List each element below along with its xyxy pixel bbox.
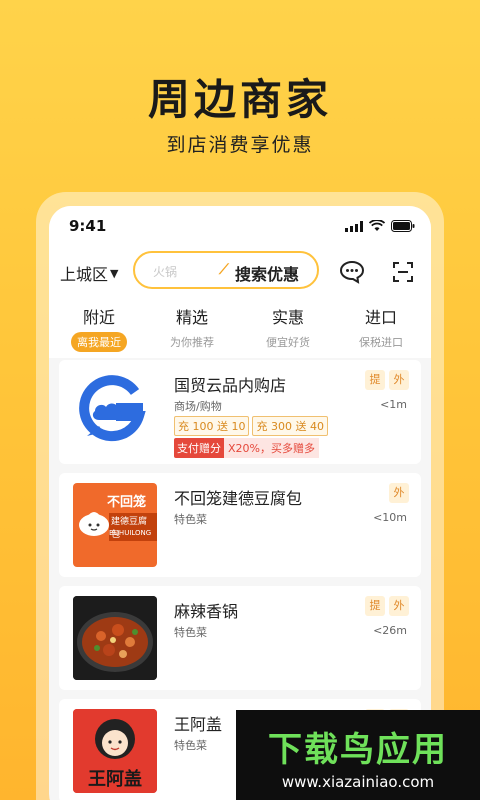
search-placeholder: 火锅 <box>153 265 178 279</box>
tab-featured[interactable]: 精选 为你推荐 <box>154 304 230 350</box>
store-category: 特色菜 <box>174 739 207 752</box>
watermark-banner: 下载鸟应用 www.xiazainiao.com <box>236 710 480 800</box>
logo-text: 王阿盖 <box>88 769 142 790</box>
tab-sub-active: 离我最近 <box>71 332 127 352</box>
tab-import[interactable]: 进口 保税进口 <box>343 304 419 350</box>
coupon-badge: 充 100 送 10 <box>174 416 250 436</box>
wifi-icon <box>369 220 385 232</box>
coupon-badge: 充 300 送 40 <box>252 416 328 436</box>
store-photo <box>73 596 157 680</box>
store-card[interactable]: 不回笼 建德豆腐包 BUHUILONG 不回笼建德豆腐包 外 特色菜 <10m <box>59 473 421 577</box>
delivery-tag: 外 <box>389 483 409 503</box>
coupon-list: 充 100 送 10 充 300 送 40 <box>174 416 328 436</box>
tab-label: 附近 <box>82 308 115 327</box>
store-category: 特色菜 <box>174 513 207 526</box>
pickup-tag: 提 <box>365 596 385 616</box>
store-tags: 提 外 <box>365 370 409 390</box>
location-label: 上城区 <box>60 265 109 284</box>
store-logo: 王阿盖 <box>73 709 157 793</box>
store-name: 王阿盖 <box>174 715 223 734</box>
tab-nearby[interactable]: 附近 离我最近 <box>61 304 137 352</box>
hero-title: 周边商家 <box>147 75 332 124</box>
store-category: 商场/购物 <box>174 400 222 413</box>
scan-icon[interactable] <box>391 260 415 288</box>
hero-subtitle: 到店消费享优惠 <box>166 134 314 156</box>
tab-value[interactable]: 实惠 便宜好货 <box>250 304 326 350</box>
tab-sub: 保税进口 <box>359 336 403 349</box>
tab-sub: 便宜好货 <box>266 336 310 349</box>
promo-value: X20%，买多赠多 <box>224 438 319 458</box>
dropdown-arrow-icon: ▼ <box>110 266 119 280</box>
store-logo: 不回笼 建德豆腐包 BUHUILONG <box>73 483 157 567</box>
store-name: 国贸云品内购店 <box>174 376 287 395</box>
pickup-tag: 提 <box>365 370 385 390</box>
store-name: 不回笼建德豆腐包 <box>174 489 303 508</box>
store-distance: <26m <box>373 624 407 637</box>
store-category: 特色菜 <box>174 626 207 639</box>
location-selector[interactable]: 上城区 ▼ <box>60 261 118 285</box>
store-card[interactable]: 麻辣香锅 提 外 特色菜 <26m <box>59 586 421 690</box>
signal-icon <box>345 220 363 232</box>
logo-en-text: BUHUILONG <box>109 529 152 537</box>
tab-label: 进口 <box>364 308 397 327</box>
message-icon[interactable] <box>339 260 365 288</box>
status-bar: 9:41 <box>49 206 431 246</box>
promo-key: 支付赠分 <box>174 438 224 458</box>
top-bar: 上城区 ▼ 火锅 ⟋ 搜索优惠 <box>49 246 431 298</box>
delivery-tag: 外 <box>389 596 409 616</box>
store-card[interactable]: 国贸云品内购店 提 外 商场/购物 <1m 充 100 送 10 充 300 送… <box>59 360 421 464</box>
category-tabs: 附近 离我最近 精选 为你推荐 实惠 便宜好货 进口 保税进口 <box>49 298 431 358</box>
watermark-url: www.xiazainiao.com <box>281 773 435 791</box>
store-tags: 提 外 <box>365 596 409 616</box>
slash-icon: ⟋ <box>219 262 229 278</box>
promo-badge: 支付赠分 X20%，买多赠多 <box>174 438 319 458</box>
store-tags: 外 <box>389 483 409 503</box>
delivery-tag: 外 <box>389 370 409 390</box>
tab-label: 实惠 <box>271 308 304 327</box>
status-time: 9:41 <box>69 217 107 235</box>
battery-icon <box>391 220 415 232</box>
search-box[interactable]: 火锅 ⟋ 搜索优惠 <box>133 251 319 289</box>
store-name: 麻辣香锅 <box>174 602 239 621</box>
logo-text: 不回笼 <box>107 495 147 510</box>
watermark-title: 下载鸟应用 <box>268 730 448 770</box>
store-logo <box>73 370 157 454</box>
search-button-label[interactable]: 搜索优惠 <box>235 261 299 285</box>
store-distance: <10m <box>373 511 407 524</box>
status-icons <box>345 220 415 232</box>
store-distance: <1m <box>380 398 407 411</box>
tab-label: 精选 <box>175 308 208 327</box>
tab-sub: 为你推荐 <box>170 336 214 349</box>
